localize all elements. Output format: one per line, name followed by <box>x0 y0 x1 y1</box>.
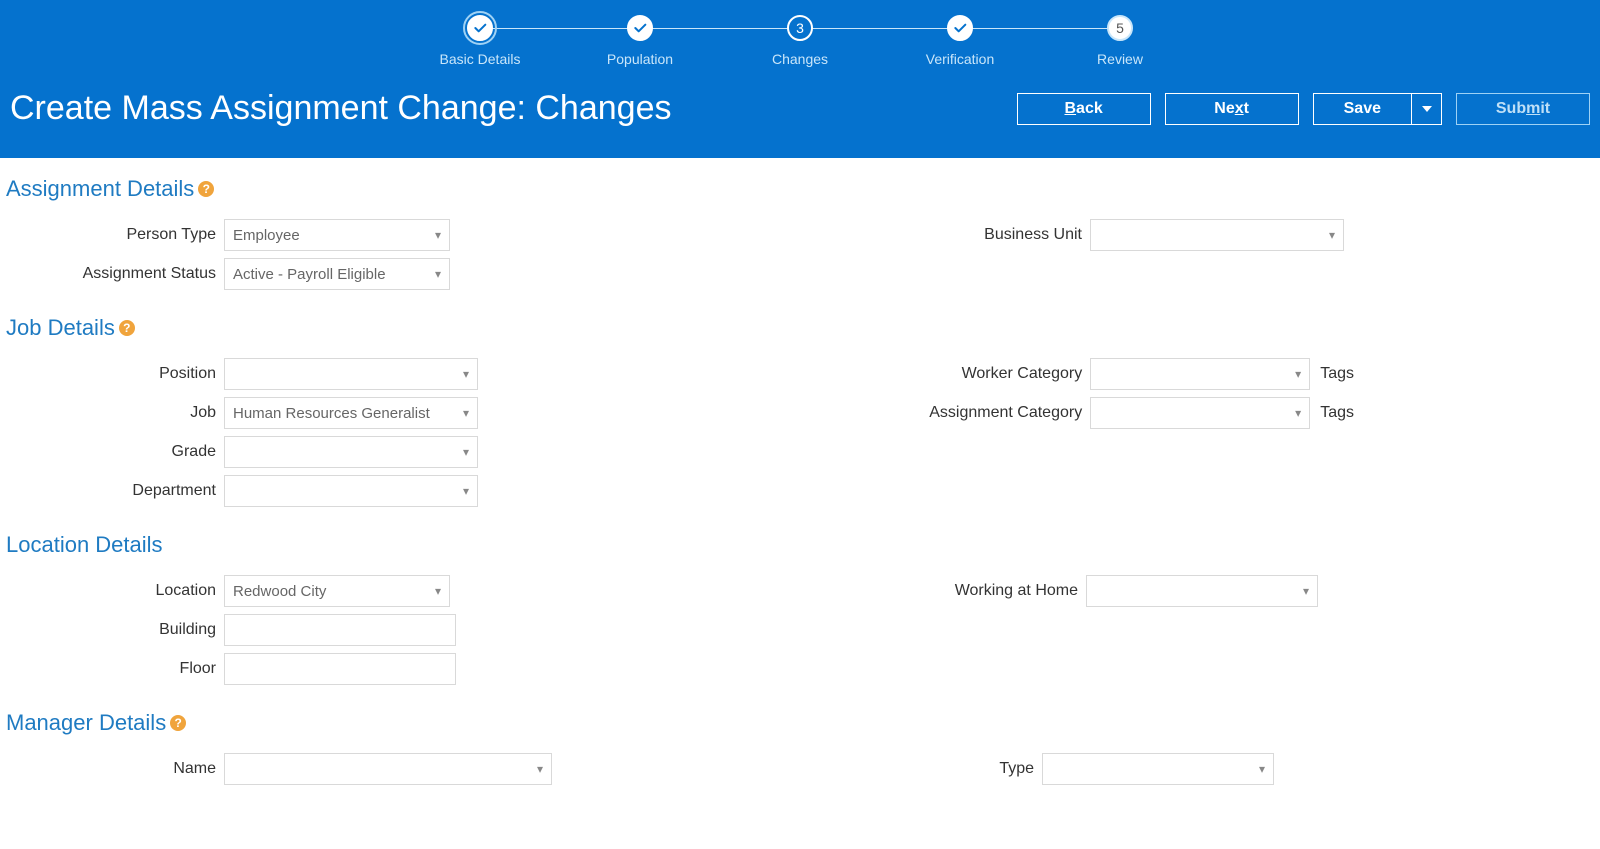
label-grade: Grade <box>6 443 224 461</box>
working-at-home-select[interactable]: ▾ <box>1086 575 1318 607</box>
step-circle-basic-details <box>467 15 493 41</box>
label-assignment-category: Assignment Category <box>929 404 1090 422</box>
chevron-down-icon: ▾ <box>463 445 469 459</box>
chevron-down-icon: ▾ <box>1303 584 1309 598</box>
back-button[interactable]: Back <box>1017 93 1151 125</box>
worker-category-select[interactable]: ▾ <box>1090 358 1310 390</box>
label-person-type: Person Type <box>6 226 224 244</box>
step-label: Population <box>607 51 673 67</box>
tags-link-worker-category[interactable]: Tags <box>1320 365 1354 383</box>
step-label: Verification <box>926 51 994 67</box>
step-review[interactable]: 5 Review <box>1040 15 1200 67</box>
floor-input[interactable] <box>224 653 456 685</box>
manager-name-select[interactable]: ▾ <box>224 753 552 785</box>
step-label: Review <box>1097 51 1143 67</box>
check-icon <box>952 20 968 36</box>
step-basic-details[interactable]: Basic Details <box>400 15 560 67</box>
section-title-assignment-details: Assignment Details ? <box>6 176 1594 202</box>
caret-down-icon <box>1422 104 1432 114</box>
save-button[interactable]: Save <box>1314 94 1411 124</box>
chevron-down-icon: ▾ <box>537 762 543 776</box>
chevron-down-icon: ▾ <box>463 484 469 498</box>
stepper: Basic Details Population 3 Changes Verif… <box>0 10 1600 77</box>
department-select[interactable]: ▾ <box>224 475 478 507</box>
help-icon[interactable]: ? <box>170 715 186 731</box>
chevron-down-icon: ▾ <box>1295 367 1301 381</box>
label-building: Building <box>6 621 224 639</box>
section-title-job-details: Job Details ? <box>6 315 1594 341</box>
chevron-down-icon: ▾ <box>1329 228 1335 242</box>
label-position: Position <box>6 365 224 383</box>
business-unit-select[interactable]: ▾ <box>1090 219 1344 251</box>
person-type-select[interactable]: Employee ▾ <box>224 219 450 251</box>
section-title-location-details: Location Details <box>6 532 1594 558</box>
step-verification[interactable]: Verification <box>880 15 1040 67</box>
grade-select[interactable]: ▾ <box>224 436 478 468</box>
chevron-down-icon: ▾ <box>1259 762 1265 776</box>
chevron-down-icon: ▾ <box>435 584 441 598</box>
save-split-button: Save <box>1313 93 1442 125</box>
check-icon <box>632 20 648 36</box>
step-changes[interactable]: 3 Changes <box>720 15 880 67</box>
label-floor: Floor <box>6 660 224 678</box>
step-number: 5 <box>1116 20 1124 36</box>
assignment-status-select[interactable]: Active - Payroll Eligible ▾ <box>224 258 450 290</box>
section-title-manager-details: Manager Details ? <box>6 710 1594 736</box>
chevron-down-icon: ▾ <box>463 406 469 420</box>
step-label: Basic Details <box>440 51 521 67</box>
help-icon[interactable]: ? <box>119 320 135 336</box>
location-select[interactable]: Redwood City ▾ <box>224 575 450 607</box>
position-select[interactable]: ▾ <box>224 358 478 390</box>
step-circle-verification <box>947 15 973 41</box>
job-select[interactable]: Human Resources Generalist ▾ <box>224 397 478 429</box>
manager-type-select[interactable]: ▾ <box>1042 753 1274 785</box>
chevron-down-icon: ▾ <box>1295 406 1301 420</box>
header: Basic Details Population 3 Changes Verif… <box>0 0 1600 158</box>
content: Assignment Details ? Person Type Employe… <box>0 158 1600 832</box>
check-icon <box>472 20 488 36</box>
next-button[interactable]: Next <box>1165 93 1299 125</box>
step-circle-population <box>627 15 653 41</box>
label-working-at-home: Working at Home <box>955 582 1086 600</box>
label-business-unit: Business Unit <box>984 226 1090 244</box>
building-input[interactable] <box>224 614 456 646</box>
save-dropdown-button[interactable] <box>1411 94 1441 124</box>
label-location: Location <box>6 582 224 600</box>
label-name: Name <box>6 760 224 778</box>
step-number: 3 <box>796 20 804 36</box>
step-label: Changes <box>772 51 828 67</box>
label-type: Type <box>999 760 1042 778</box>
help-icon[interactable]: ? <box>198 181 214 197</box>
chevron-down-icon: ▾ <box>463 367 469 381</box>
label-assignment-status: Assignment Status <box>6 265 224 283</box>
step-circle-changes: 3 <box>787 15 813 41</box>
label-department: Department <box>6 482 224 500</box>
tags-link-assignment-category[interactable]: Tags <box>1320 404 1354 422</box>
label-job: Job <box>6 404 224 422</box>
step-circle-review: 5 <box>1107 15 1133 41</box>
chevron-down-icon: ▾ <box>435 228 441 242</box>
assignment-category-select[interactable]: ▾ <box>1090 397 1310 429</box>
action-buttons: Back Next Save Submit <box>1017 93 1590 125</box>
label-worker-category: Worker Category <box>962 365 1091 383</box>
step-population[interactable]: Population <box>560 15 720 67</box>
chevron-down-icon: ▾ <box>435 267 441 281</box>
page-title: Create Mass Assignment Change: Changes <box>10 89 671 128</box>
submit-button: Submit <box>1456 93 1590 125</box>
